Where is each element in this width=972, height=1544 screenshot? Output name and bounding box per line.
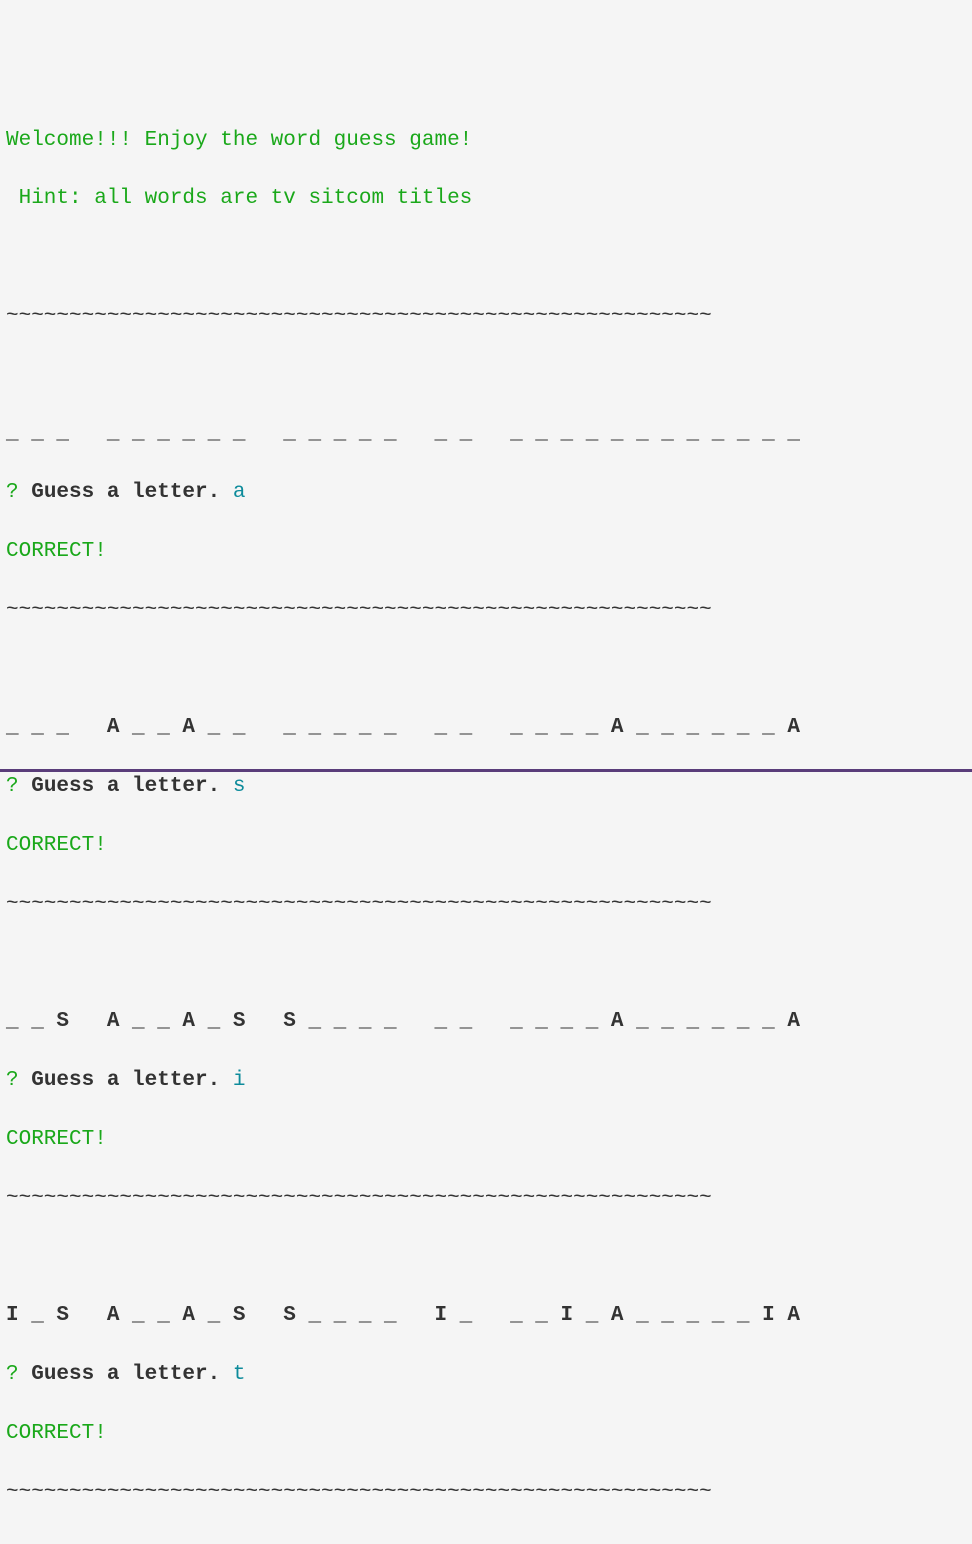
blank-spacer <box>6 949 966 978</box>
prompt-line[interactable]: ? Guess a letter. a <box>6 478 966 507</box>
divider-line: ~~~~~~~~~~~~~~~~~~~~~~~~~~~~~~~~~~~~~~~~… <box>6 890 966 919</box>
guess-input[interactable]: i <box>233 1069 246 1092</box>
prompt-text: Guess a letter. <box>19 1363 233 1386</box>
welcome-text: Welcome!!! Enjoy the word guess game! <box>6 126 966 155</box>
divider-line: ~~~~~~~~~~~~~~~~~~~~~~~~~~~~~~~~~~~~~~~~… <box>6 596 966 625</box>
blank-spacer <box>6 243 966 272</box>
result-text: CORRECT! <box>6 537 966 566</box>
prompt-prefix: ? <box>6 1363 19 1386</box>
blank-spacer <box>6 655 966 684</box>
divider-line: ~~~~~~~~~~~~~~~~~~~~~~~~~~~~~~~~~~~~~~~~… <box>6 302 966 331</box>
prompt-prefix: ? <box>6 1069 19 1092</box>
result-text: CORRECT! <box>6 831 966 860</box>
prompt-text: Guess a letter. <box>19 1069 233 1092</box>
divider-line: ~~~~~~~~~~~~~~~~~~~~~~~~~~~~~~~~~~~~~~~~… <box>6 1478 966 1507</box>
word-blanks: _ _ _ A _ _ A _ _ _ _ _ _ _ _ _ _ _ _ _ … <box>6 713 966 742</box>
prompt-prefix: ? <box>6 481 19 504</box>
result-text: CORRECT! <box>6 1419 966 1448</box>
guess-input[interactable]: s <box>233 775 246 798</box>
result-text: CORRECT! <box>6 1125 966 1154</box>
blank-spacer <box>6 361 966 390</box>
blank-spacer <box>6 1536 966 1544</box>
prompt-prefix: ? <box>6 775 19 798</box>
blank-spacer <box>6 1242 966 1271</box>
word-blanks: _ _ S A _ _ A _ S S _ _ _ _ _ _ _ _ _ _ … <box>6 1007 966 1036</box>
guess-input[interactable]: t <box>233 1363 246 1386</box>
hint-text: Hint: all words are tv sitcom titles <box>6 184 966 213</box>
prompt-line[interactable]: ? Guess a letter. i <box>6 1066 966 1095</box>
guess-input[interactable]: a <box>233 481 246 504</box>
divider-line: ~~~~~~~~~~~~~~~~~~~~~~~~~~~~~~~~~~~~~~~~… <box>6 1184 966 1213</box>
prompt-line[interactable]: ? Guess a letter. t <box>6 1360 966 1389</box>
prompt-line[interactable]: ? Guess a letter. s <box>6 772 966 801</box>
prompt-text: Guess a letter. <box>19 775 233 798</box>
prompt-text: Guess a letter. <box>19 481 233 504</box>
word-blanks: I _ S A _ _ A _ S S _ _ _ _ I _ _ _ I _ … <box>6 1301 966 1330</box>
word-blanks: _ _ _ _ _ _ _ _ _ _ _ _ _ _ _ _ _ _ _ _ … <box>6 419 966 448</box>
